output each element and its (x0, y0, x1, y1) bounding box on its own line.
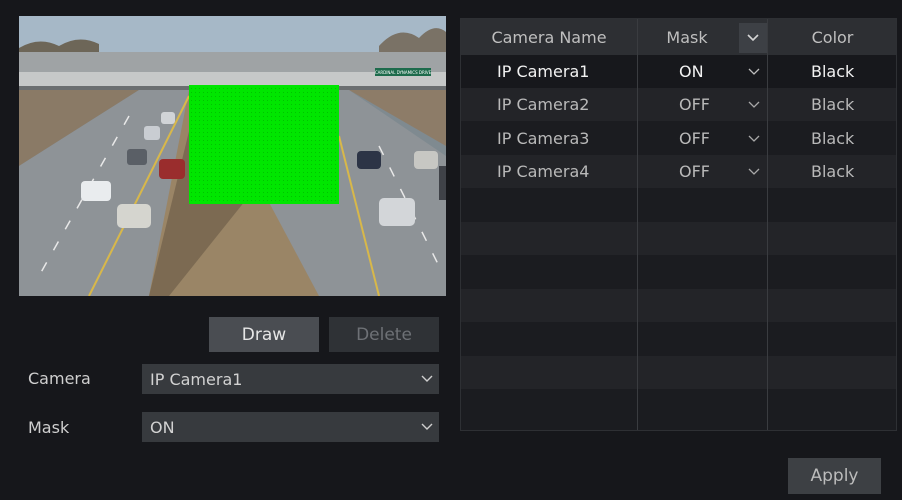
table-row[interactable]: IP Camera1 ON Black (461, 55, 896, 88)
chevron-down-icon (747, 34, 759, 42)
column-divider (767, 19, 768, 430)
color-cell[interactable]: Black (811, 122, 854, 155)
chevron-down-icon[interactable] (748, 135, 760, 143)
mask-cell[interactable]: ON (679, 55, 704, 88)
column-header-camera-name[interactable]: Camera Name (461, 19, 637, 55)
chevron-down-icon[interactable] (748, 168, 760, 176)
camera-name-cell: IP Camera4 (497, 162, 590, 181)
color-cell[interactable]: Black (811, 88, 854, 121)
apply-button[interactable]: Apply (788, 458, 881, 494)
column-header-mask[interactable]: Mask (637, 19, 737, 55)
table-row-empty (461, 289, 896, 322)
mask-cell[interactable]: OFF (679, 122, 710, 155)
camera-preview[interactable]: CARDINAL DYNAMICS DRIVE (19, 16, 446, 296)
draw-button[interactable]: Draw (209, 317, 319, 352)
highway-scene: CARDINAL DYNAMICS DRIVE (19, 16, 446, 296)
table-row[interactable]: IP Camera4 OFF Black (461, 155, 896, 188)
mask-column-dropdown[interactable] (739, 23, 767, 53)
chevron-down-icon[interactable] (748, 101, 760, 109)
mask-cell[interactable]: OFF (679, 155, 710, 188)
table-row[interactable]: IP Camera2 OFF Black (461, 88, 896, 121)
color-cell[interactable]: Black (811, 55, 854, 88)
column-divider (637, 19, 638, 430)
table-row-empty (461, 356, 896, 389)
camera-mask-table: Camera Name Mask Color IP Camera1 ON Bla… (460, 18, 897, 431)
camera-label: Camera (28, 369, 91, 388)
camera-name-cell: IP Camera2 (497, 95, 590, 114)
column-header-color[interactable]: Color (767, 19, 898, 55)
mask-cell[interactable]: OFF (679, 88, 710, 121)
chevron-down-icon (421, 423, 433, 430)
mask-label: Mask (28, 418, 70, 437)
camera-name-cell: IP Camera3 (497, 129, 590, 148)
highway-sign: CARDINAL DYNAMICS DRIVE (375, 70, 432, 75)
delete-button[interactable]: Delete (329, 317, 439, 352)
camera-select[interactable]: IP Camera1 (142, 364, 439, 394)
mask-select-value: ON (150, 417, 175, 437)
table-row[interactable]: IP Camera3 OFF Black (461, 122, 896, 155)
camera-select-value: IP Camera1 (150, 369, 243, 389)
camera-name-cell: IP Camera1 (497, 62, 590, 81)
color-cell[interactable]: Black (811, 155, 854, 188)
mask-select[interactable]: ON (142, 412, 439, 442)
chevron-down-icon (421, 375, 433, 382)
table-header: Camera Name Mask Color (461, 19, 896, 55)
table-row-empty (461, 222, 896, 255)
privacy-mask-region[interactable] (189, 85, 339, 204)
chevron-down-icon[interactable] (748, 68, 760, 76)
